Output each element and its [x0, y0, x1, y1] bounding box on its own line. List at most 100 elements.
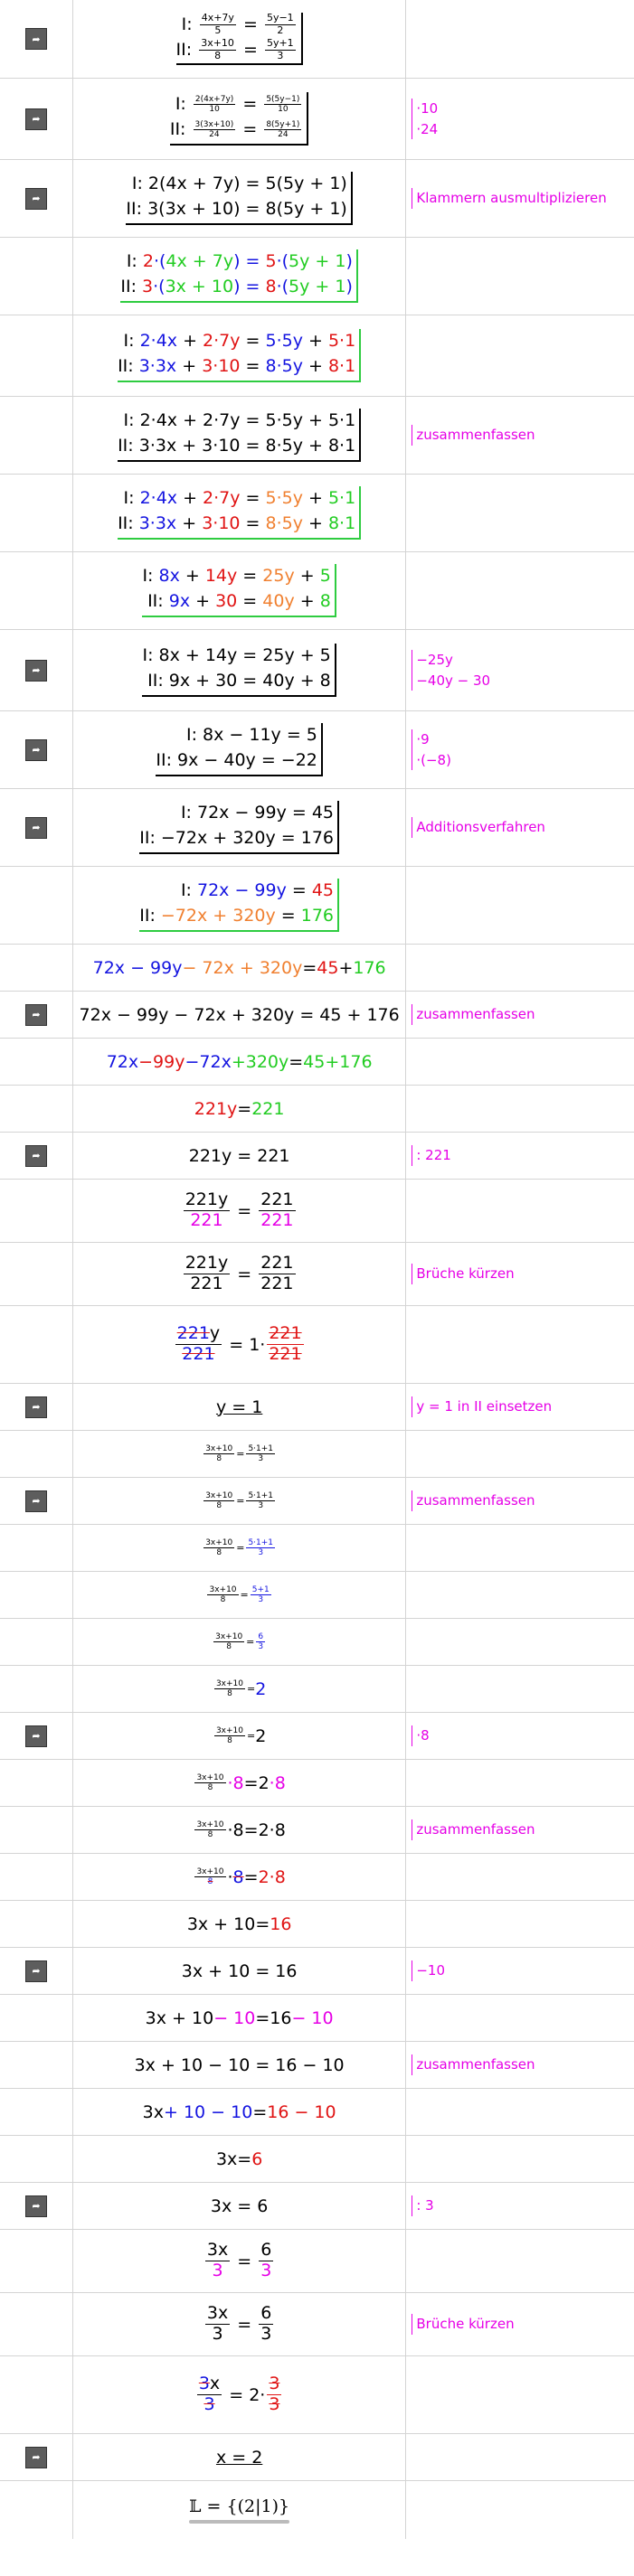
operation-note: zusammenfassen	[406, 992, 634, 1038]
equation: 221y = 221	[73, 1133, 407, 1179]
operation-note: ·9 ·(−8)	[406, 711, 634, 788]
equation: 221y = 221	[73, 1086, 407, 1132]
operation-note: Brüche kürzen	[406, 1243, 634, 1305]
equation-system: I: 2(4x+7y) 10 = 5(5y−1) 10 II: 3(3x+10) 24…	[73, 79, 407, 159]
step-row: ➦ 3x + 10 = 16 −10	[0, 1948, 634, 1995]
step-row: I: 2·4x + 2·7y = 5·5y + 5·1 II: 3·3x + 3…	[0, 475, 634, 552]
step-row: 221y 221 = 1· 221 221	[0, 1306, 634, 1384]
step-row: ➦ I: 8x + 14y = 25y + 5 II: 9x + 30 = 40y…	[0, 630, 634, 711]
equation: 3x+10 8 = 2	[73, 1713, 407, 1759]
equation: 3x = 6	[73, 2136, 407, 2182]
step-row: 3x + 10 = 16	[0, 1901, 634, 1948]
equation-system: I: 72x − 99y = 45 II: −72x + 320y = 176	[73, 789, 407, 866]
step-arrow-icon[interactable]: ➦	[24, 1396, 47, 1418]
equation: 221y 221 = 221 221	[73, 1243, 407, 1305]
equation: 3x+10 8 = 5·1+1 3	[73, 1525, 407, 1571]
step-row: 72x − 99y − 72x + 320y = 45 + 176	[0, 1039, 634, 1086]
step-row: I: 8x + 14y = 25y + 5 II: 9x + 30 = 40y …	[0, 552, 634, 630]
step-row: ➦ I: 8x − 11y = 5 II: 9x − 40y = −22 ·9 ·(…	[0, 711, 634, 789]
operation-note: zusammenfassen	[406, 397, 634, 474]
equation-system: I: 2·4x + 2·7y = 5·5y + 5·1 II: 3·3x + 3…	[73, 475, 407, 551]
step-row: 3x+10 8 = 5+1 3	[0, 1572, 634, 1619]
step-row: ➦ I: 2(4x + 7y) = 5(5y + 1) II: 3(3x + 10…	[0, 160, 634, 238]
equation-system: I: 2(4x + 7y) = 5(5y + 1) II: 3(3x + 10) …	[73, 160, 407, 237]
step-row: 3x+10 8 = 6 3	[0, 1619, 634, 1666]
step-row: ➦ I: 72x − 99y = 45 II: −72x + 320y = 176…	[0, 789, 634, 867]
operation-note: Additionsverfahren	[406, 789, 634, 866]
equation-system: I: 4x+7y 5 = 5y−1 2 II: 3x+10 8 = 5y+1 3	[73, 0, 407, 78]
step-row: ➦ 221y = 221 : 221	[0, 1133, 634, 1180]
step-row: 3x+10 8 = 5·1+1 3	[0, 1431, 634, 1478]
equation: y = 1	[73, 1384, 407, 1430]
equation: 3x = 6	[73, 2183, 407, 2229]
operation-note: Brüche kürzen	[406, 2293, 634, 2355]
operation-note: : 3	[406, 2183, 634, 2229]
step-row: 3x 3 = 2· 3 3	[0, 2356, 634, 2434]
equation: 3x 3 = 2· 3 3	[73, 2356, 407, 2433]
step-arrow-icon[interactable]: ➦	[24, 659, 47, 682]
equation-system: I: 2·4x + 2·7y = 5·5y + 5·1 II: 3·3x + 3…	[73, 315, 407, 396]
step-arrow-icon[interactable]: ➦	[24, 28, 47, 50]
equation: x = 2	[73, 2434, 407, 2480]
step-row: 3x + 10 − 10 = 16 − 10	[0, 1995, 634, 2042]
step-row: 3x+10 8 = 2	[0, 1666, 634, 1713]
step-row: I: 2·4x + 2·7y = 5·5y + 5·1 II: 3·3x + 3·…	[0, 397, 634, 475]
equation-system: I: 8x + 14y = 25y + 5 II: 9x + 30 = 40y +…	[73, 630, 407, 710]
equation: 3x+108·8 = 2·8	[73, 1760, 407, 1806]
equation-system: I: 8x − 11y = 5 II: 9x − 40y = −22	[73, 711, 407, 788]
step-arrow-icon[interactable]: ➦	[24, 108, 47, 130]
equation: 3x 3 = 63	[73, 2293, 407, 2355]
operation-note: ·8	[406, 1713, 634, 1759]
step-row: 221y 221 = 221 221 Brüche kürzen	[0, 1243, 634, 1306]
equation: 3x 3 = 63	[73, 2230, 407, 2292]
equation: 72x − 99y − 72x + 320y = 45 + 176	[73, 1039, 407, 1085]
equation-system: I: 2·4x + 2·7y = 5·5y + 5·1 II: 3·3x + 3·…	[73, 397, 407, 474]
step-row: 3x+10 8·8 = 2·8 zusammenfassen	[0, 1807, 634, 1854]
step-arrow-icon[interactable]: ➦	[24, 2195, 47, 2217]
step-row: ➦ x = 2	[0, 2434, 634, 2481]
step-row: 3x 3 = 63	[0, 2230, 634, 2293]
step-row: ➦ 72x − 99y − 72x + 320y = 45 + 176 zusa…	[0, 992, 634, 1039]
step-row: ➦ 3x = 6 : 3	[0, 2183, 634, 2230]
step-row: 3x + 10 − 10 = 16 − 10 zusammenfassen	[0, 2042, 634, 2089]
step-row: ➦ y = 1 y = 1 in II einsetzen	[0, 1384, 634, 1431]
solution-set: 𝕃 = {(2|1)}	[73, 2481, 407, 2539]
equation-system: I: 2·(4x + 7y) = 5·(5y + 1) II: 3·(3x + …	[73, 238, 407, 315]
equation: 3x + 10 = 16	[73, 1948, 407, 1994]
equation: 72x − 99y − 72x + 320y = 45 + 176	[73, 945, 407, 991]
operation-note: −25y −40y − 30	[406, 630, 634, 710]
step-row: 3x+108·8 = 2·8	[0, 1760, 634, 1807]
equation: 3x + 10 − 10 = 16 − 10	[73, 2089, 407, 2135]
equation: 3x + 10 − 10 = 16 − 10	[73, 2042, 407, 2088]
solution-row: 𝕃 = {(2|1)}	[0, 2481, 634, 2539]
equation: 3x+10 8 = 6 3	[73, 1619, 407, 1665]
step-arrow-icon[interactable]: ➦	[24, 1144, 47, 1167]
step-row: 72x − 99y − 72x + 320y = 45 + 176	[0, 945, 634, 992]
step-arrow-icon[interactable]: ➦	[24, 187, 47, 210]
step-arrow-icon[interactable]: ➦	[24, 1490, 47, 1512]
equation: 3x+10 8 = 5·1+1 3	[73, 1478, 407, 1524]
step-row: ➦ 3x+10 8 = 5·1+1 3 zusammenfassen	[0, 1478, 634, 1525]
step-arrow-icon[interactable]: ➦	[24, 816, 47, 839]
step-row: 221y 221 = 221 221	[0, 1180, 634, 1243]
step-row: 221y = 221	[0, 1086, 634, 1133]
step-arrow-icon[interactable]: ➦	[24, 1960, 47, 1982]
equation: 3x+10 8 = 2	[73, 1666, 407, 1712]
equation-system: I: 8x + 14y = 25y + 5 II: 9x + 30 = 40y …	[73, 552, 407, 629]
equation-system: I: 72x − 99y = 45 II: −72x + 320y = 176	[73, 867, 407, 944]
step-row: I: 72x − 99y = 45 II: −72x + 320y = 176	[0, 867, 634, 945]
step-row: 3x = 6	[0, 2136, 634, 2183]
step-arrow-icon[interactable]: ➦	[24, 738, 47, 761]
equation: 221y 221 = 221 221	[73, 1180, 407, 1242]
operation-note: zusammenfassen	[406, 2042, 634, 2088]
equation: 72x − 99y − 72x + 320y = 45 + 176	[73, 992, 407, 1038]
step-row: I: 2·4x + 2·7y = 5·5y + 5·1 II: 3·3x + 3…	[0, 315, 634, 397]
worksheet: ➦ I: 4x+7y 5 = 5y−1 2 II: 3x+10 8 = 5y+1 3 ➦…	[0, 0, 634, 2539]
step-arrow-icon[interactable]: ➦	[24, 2446, 47, 2468]
step-arrow-icon[interactable]: ➦	[24, 1003, 47, 1026]
equation: 221y 221 = 1· 221 221	[73, 1306, 407, 1383]
step-row: 3x+10 8 = 5·1+1 3	[0, 1525, 634, 1572]
operation-note: −10	[406, 1948, 634, 1994]
step-arrow-icon[interactable]: ➦	[24, 1725, 47, 1747]
operation-note: Klammern ausmultiplizieren	[406, 160, 634, 237]
